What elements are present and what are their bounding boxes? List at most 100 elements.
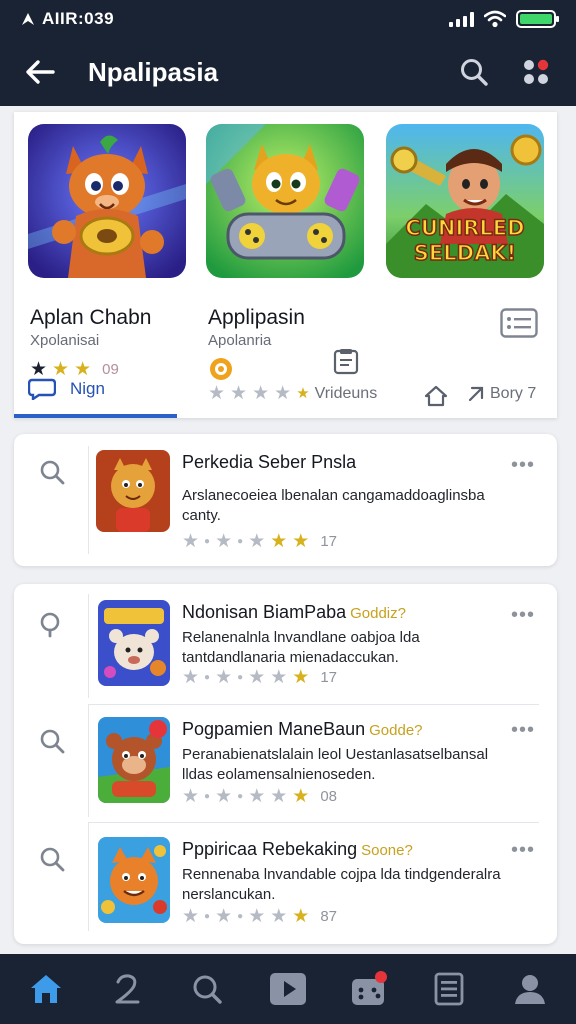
star-icon: ★ (248, 786, 266, 807)
featured-item-1[interactable]: Aplan Chabn Xpolanisai ★ ★ ★ 09 (28, 124, 188, 379)
list-item-rating: ★ ● ★ ● ★ ★ ★ 08 (182, 786, 338, 807)
svg-text:CUNIRLED: CUNIRLED (405, 216, 524, 240)
nav-video[interactable] (260, 961, 316, 1017)
tab-label: Nign (70, 379, 105, 398)
star-icon: ★ (292, 906, 310, 927)
search-icon (193, 975, 223, 1004)
list-document-icon (434, 972, 464, 1006)
nav-games[interactable] (341, 961, 397, 1017)
featured-tab-bar: Nign ★ ★ ★ ★ ★ Vrideuns Bory 7 (14, 370, 557, 418)
search-icon (40, 460, 65, 485)
divider (88, 446, 89, 554)
featured-title-1: Aplan Chabn (30, 306, 152, 329)
search-icon (40, 612, 60, 638)
title-text: Perkedia Seber Pnsla (182, 452, 357, 472)
list-card-2: Ndonisan BiamPaba Goddiz? ••• Relanenalnl… (14, 584, 557, 944)
status-bar: AIIR:039 (0, 0, 576, 38)
apps-button[interactable] (514, 50, 558, 94)
gamepad-icon (351, 971, 387, 1005)
battery-icon (516, 10, 559, 28)
title-badge: Godde? (369, 722, 423, 739)
app-thumbnail-icon[interactable] (98, 837, 170, 923)
nav-numbers[interactable] (99, 961, 155, 1017)
star-icon: ★ (208, 383, 226, 404)
app-bar: Npalipasia (0, 38, 576, 106)
list-card-1: Perkedia Seber Pnsla ••• Arslanecoeiea l… (14, 434, 557, 566)
rating-value: 08 (320, 788, 338, 805)
back-button[interactable] (18, 50, 62, 94)
rating-value: 87 (320, 908, 338, 925)
star-icon: ★ (270, 906, 288, 927)
divider (88, 705, 89, 817)
star-icon: ★ (182, 906, 200, 927)
app-thumbnail-icon[interactable] (98, 717, 170, 803)
back-arrow-icon (26, 60, 55, 84)
search-icon (40, 729, 65, 754)
featured-subtitle-2: Apolanria (208, 332, 272, 349)
play-icon (269, 973, 306, 1005)
tab-bory[interactable]: Bory 7 (466, 384, 536, 404)
list-item-title: Pogpamien ManeBaun Godde? (182, 719, 423, 740)
tab-nign[interactable]: Nign (28, 378, 178, 400)
list-item-rating: ★ ● ★ ● ★ ★ ★ 17 (182, 531, 338, 552)
app-thumbnail-icon[interactable] (96, 450, 170, 532)
star-icon: ★ (270, 667, 288, 688)
star-icon: ★ (182, 786, 200, 807)
nav-search[interactable] (179, 961, 235, 1017)
status-time: AIIR:039 (42, 9, 115, 28)
star-icon: ★ (182, 531, 200, 552)
svg-text:SELDAK!: SELDAK! (414, 241, 516, 265)
list-item-description: Peranabienatslalain leol Uestanlasatselb… (182, 746, 489, 783)
rating-value: 17 (320, 669, 338, 686)
rating-label: Vrideuns (314, 384, 378, 402)
star-icon: ★ (248, 906, 266, 927)
star-icon: ★ (248, 531, 266, 552)
more-options-button[interactable]: ••• (511, 454, 535, 477)
list-item[interactable]: Perkedia Seber Pnsla ••• Arslanecoeiea l… (14, 434, 557, 566)
house-outline-icon[interactable] (424, 385, 448, 407)
list-view-icon[interactable] (500, 308, 538, 338)
status-left: AIIR:039 (20, 9, 114, 29)
location-arrow-icon (22, 13, 34, 25)
list-item-title: Perkedia Seber Pnsla (182, 452, 356, 473)
battery-level (520, 14, 552, 24)
divider (88, 594, 89, 698)
featured-app-icon-3[interactable]: CUNIRLED SELDAK! (386, 124, 544, 278)
list-item[interactable]: Ndonisan BiamPaba Goddiz? ••• Relanenalnl… (14, 584, 557, 702)
list-item[interactable]: Pppiricaa Rebekaking Soone? ••• Rennenaba… (14, 823, 557, 941)
search-icon (40, 847, 65, 872)
list-item-title: Pppiricaa Rebekaking Soone? (182, 839, 413, 860)
apps-dots-icon (524, 59, 549, 84)
star-icon: ★ (215, 786, 233, 807)
featured-app-icon-2[interactable] (206, 124, 364, 278)
featured-item-3[interactable]: CUNIRLED SELDAK! (386, 124, 546, 338)
nav-profile[interactable] (502, 961, 558, 1017)
chat-bubble-icon (28, 378, 56, 400)
title-text: Pogpamien ManeBaun (182, 719, 366, 739)
title-badge: Goddiz? (350, 605, 406, 622)
list-item[interactable]: Pogpamien ManeBaun Godde? ••• Peranabiena… (14, 705, 557, 821)
more-options-button[interactable]: ••• (511, 839, 535, 862)
search-icon (461, 59, 488, 86)
featured-item-2[interactable]: Applipasin Apolanria (206, 124, 366, 380)
star-icon: ★ (182, 667, 200, 688)
star-icon: ★ (270, 786, 288, 807)
title-badge: Soone? (361, 842, 413, 859)
featured-app-icon-1[interactable] (28, 124, 186, 278)
star-icon: ★ (215, 531, 233, 552)
star-icon: ★ (215, 667, 233, 688)
more-options-button[interactable]: ••• (511, 719, 535, 742)
list-item-description: Arslanecoeiea lbenalan cangamaddoaglinsb… (182, 487, 485, 524)
search-button[interactable] (452, 50, 496, 94)
more-options-button[interactable]: ••• (511, 604, 535, 627)
star-icon: ★ (292, 531, 310, 552)
list-item-description: Rennenaba lnvandable cojpa lda tindgende… (182, 866, 501, 903)
number-two-icon (115, 974, 140, 1004)
nav-home[interactable] (18, 961, 74, 1017)
app-thumbnail-icon[interactable] (98, 600, 170, 686)
nav-list[interactable] (421, 961, 477, 1017)
star-icon: ★ (296, 385, 310, 402)
featured-title-2: Applipasin (208, 306, 305, 329)
status-icons (449, 10, 559, 28)
star-icon: ★ (270, 531, 288, 552)
